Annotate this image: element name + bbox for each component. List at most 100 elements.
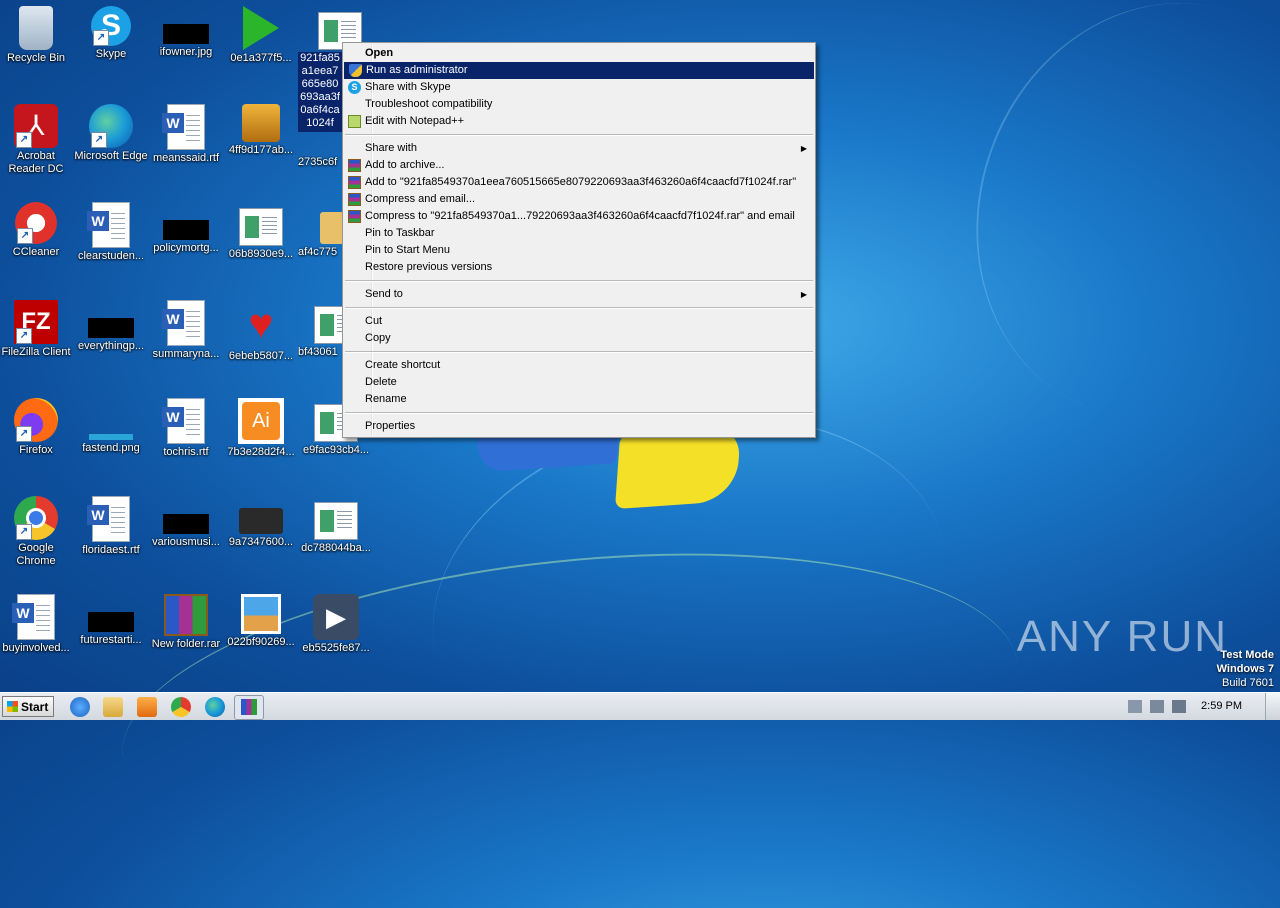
media-player-icon: ▶ [313, 594, 359, 640]
windows-flag-icon [7, 701, 18, 712]
word-document-icon: W [162, 104, 205, 150]
menu-item-pin-to-start-menu[interactable]: Pin to Start Menu [343, 242, 815, 259]
network-icon[interactable] [1150, 700, 1164, 713]
setup-installer-icon [242, 104, 280, 142]
uac-shield-icon [349, 64, 362, 77]
png-image-icon [89, 434, 133, 440]
desktop-icon-2735c6f[interactable]: 2735c6f [298, 104, 346, 169]
file-explorer-icon[interactable] [103, 697, 123, 717]
desktop-icon-06b8930e9[interactable]: 06b8930e9... [223, 202, 299, 261]
illustrator-icon: Ai [238, 398, 284, 444]
system-tray: 2:59 PM [1120, 693, 1280, 720]
menu-separator [345, 412, 813, 414]
desktop-icon-recycle-bin[interactable]: Recycle Bin [0, 6, 74, 65]
menu-item-delete[interactable]: Delete [343, 374, 815, 391]
menu-item-properties[interactable]: Properties [343, 418, 815, 435]
desktop-icon-fastend[interactable]: fastend.png [73, 398, 149, 455]
desktop-icon-floridaest[interactable]: W floridaest.rtf [73, 496, 149, 557]
menu-separator [345, 351, 813, 353]
desktop-icon-0e1a377f5[interactable]: 0e1a377f5... [223, 6, 299, 65]
redacted-thumbnail-icon [163, 220, 209, 240]
desktop-icon-bf43061[interactable]: bf43061 [298, 300, 358, 359]
menu-item-open[interactable]: Open [343, 45, 815, 62]
desktop-icon-skype[interactable]: S ↗ Skype [73, 6, 149, 61]
desktop-icon-ifowner[interactable]: ifowner.jpg [148, 6, 224, 59]
menu-separator [345, 280, 813, 282]
menu-item-edit-with-notepadpp[interactable]: Edit with Notepad++ [343, 113, 815, 130]
menu-item-rename[interactable]: Rename [343, 391, 815, 408]
menu-item-copy[interactable]: Copy [343, 330, 815, 347]
menu-item-restore-previous-versions[interactable]: Restore previous versions [343, 259, 815, 276]
notepad-plus-plus-icon [348, 115, 361, 128]
test-mode-notice: Test Mode Windows 7 Build 7601 [1216, 649, 1274, 689]
taskbar: Start 2:59 PM [0, 692, 1280, 720]
menu-item-share-with[interactable]: Share with ▶ [343, 140, 815, 157]
action-center-flag-icon[interactable] [1172, 700, 1186, 713]
desktop-icon-meanssaid[interactable]: W meanssaid.rtf [148, 104, 224, 165]
internet-explorer-icon[interactable] [70, 697, 90, 717]
clock[interactable]: 2:59 PM [1201, 700, 1242, 712]
ccleaner-icon: ↗ [15, 202, 57, 244]
word-document-icon: W [162, 398, 205, 444]
desktop-icon-acrobat[interactable]: ⅄ ↗ Acrobat Reader DC [0, 104, 74, 176]
menu-item-send-to[interactable]: Send to ▶ [343, 286, 815, 303]
menu-item-share-with-skype[interactable]: S Share with Skype [343, 79, 815, 96]
word-document-icon: W [87, 202, 130, 248]
recycle-bin-icon [19, 6, 53, 50]
window-file-icon [314, 502, 358, 540]
redacted-thumbnail-icon [88, 318, 134, 338]
window-file-icon [239, 208, 283, 246]
menu-separator [345, 134, 813, 136]
desktop-icon-firefox[interactable]: ↗ Firefox [0, 398, 74, 457]
desktop-icon-ccleaner[interactable]: ↗ CCleaner [0, 202, 74, 259]
desktop-icon-7b3e28d2f4[interactable]: Ai 7b3e28d2f4... [223, 398, 299, 459]
menu-item-troubleshoot-compatibility[interactable]: Troubleshoot compatibility [343, 96, 815, 113]
photo-icon [241, 594, 281, 634]
desktop-icon-futurestarti[interactable]: futurestarti... [73, 594, 149, 647]
skype-icon: S [348, 81, 361, 94]
desktop-icon-eb5525fe87[interactable]: ▶ eb5525fe87... [298, 594, 374, 655]
redacted-thumbnail-icon [163, 514, 209, 534]
volume-icon[interactable] [1128, 700, 1142, 713]
desktop-icon-clearstuden[interactable]: W clearstuden... [73, 202, 149, 263]
menu-item-add-to-archive[interactable]: Add to archive... [343, 157, 815, 174]
desktop-icon-edge[interactable]: ↗ Microsoft Edge [73, 104, 149, 163]
chrome-icon[interactable] [171, 697, 191, 717]
desktop-icon-filezilla[interactable]: FZ ↗ FileZilla Client [0, 300, 74, 359]
menu-item-pin-to-taskbar[interactable]: Pin to Taskbar [343, 225, 815, 242]
submenu-arrow-icon: ▶ [800, 144, 807, 153]
menu-item-cut[interactable]: Cut [343, 313, 815, 330]
desktop-icon-9a7347600[interactable]: 9a7347600... [223, 496, 299, 549]
menu-item-add-to-rar[interactable]: Add to "921fa8549370a1eea760515665e80792… [343, 174, 815, 191]
desktop-icon-summaryna[interactable]: W summaryna... [148, 300, 224, 361]
start-button[interactable]: Start [2, 696, 54, 717]
desktop-icon-variousmusi[interactable]: variousmusi... [148, 496, 224, 549]
winrar-icon [241, 699, 257, 715]
anyrun-watermark: ANY RUN [1016, 612, 1228, 661]
edge-icon[interactable] [205, 697, 225, 717]
desktop-icon-af4c775[interactable]: af4c775 [298, 202, 360, 259]
desktop-icon-buyinvolved[interactable]: W buyinvolved... [0, 594, 74, 655]
desktop-icon-policymortg[interactable]: policymortg... [148, 202, 224, 255]
menu-item-run-as-administrator[interactable]: Run as administrator [344, 62, 814, 79]
green-play-icon [243, 6, 279, 50]
winrar-icon [348, 210, 361, 223]
winrar-taskbar-button[interactable] [234, 695, 264, 720]
desktop-icon-new-folder-rar[interactable]: New folder.rar [148, 594, 224, 651]
media-player-icon[interactable] [137, 697, 157, 717]
acrobat-reader-icon: ⅄ ↗ [14, 104, 58, 148]
menu-item-compress-to-rar-and-email[interactable]: Compress to "921fa8549370a1...79220693aa… [343, 208, 815, 225]
installer-icon [298, 104, 346, 152]
word-document-icon: W [87, 496, 130, 542]
menu-separator [345, 307, 813, 309]
desktop-icon-022bf90269[interactable]: 022bf90269... [223, 594, 299, 649]
menu-item-create-shortcut[interactable]: Create shortcut [343, 357, 815, 374]
desktop-icon-chrome[interactable]: ↗ Google Chrome [0, 496, 74, 568]
desktop-icon-4ff9d177ab[interactable]: 4ff9d177ab... [223, 104, 299, 157]
show-desktop-button[interactable] [1265, 693, 1280, 720]
desktop-icon-everythingp[interactable]: everythingp... [73, 300, 149, 353]
desktop-icon-tochris[interactable]: W tochris.rtf [148, 398, 224, 459]
desktop-icon-dc788044ba[interactable]: dc788044ba... [298, 496, 374, 555]
menu-item-compress-and-email[interactable]: Compress and email... [343, 191, 815, 208]
desktop-icon-6ebeb5807[interactable]: ♥ 6ebeb5807... [223, 300, 299, 363]
